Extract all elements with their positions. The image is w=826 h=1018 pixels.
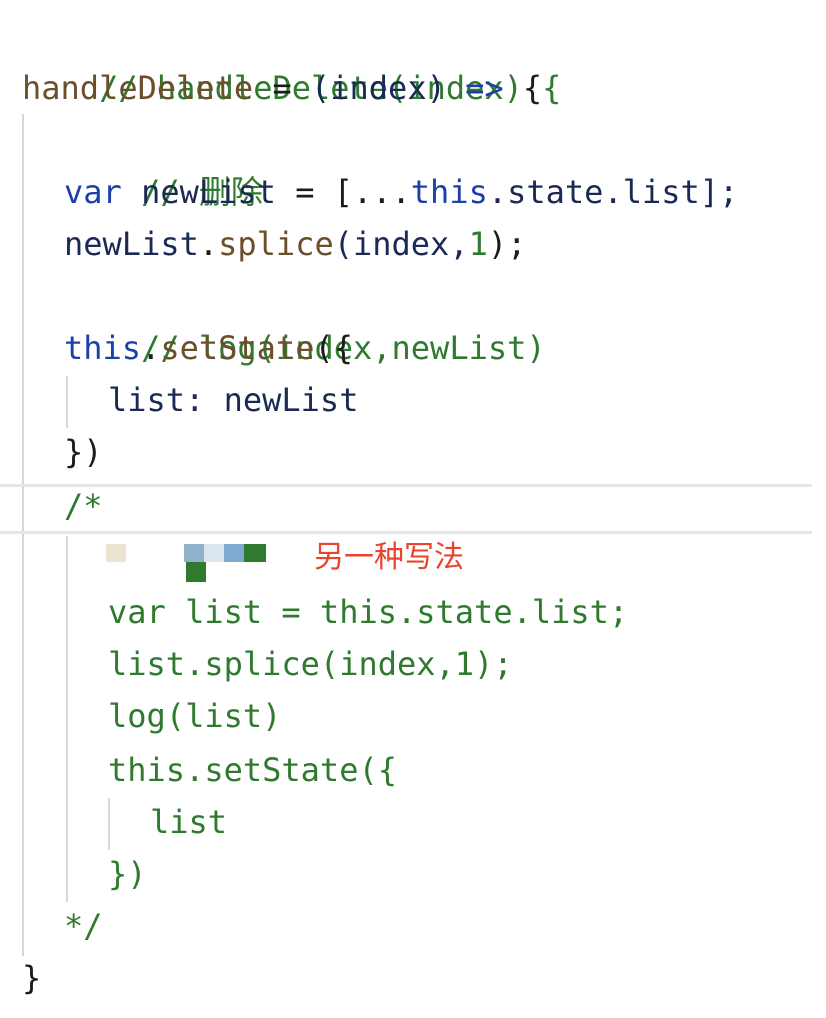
code-line-14: log(list) <box>108 697 282 735</box>
method-name: splice <box>218 225 334 263</box>
number: 1 <box>468 225 488 263</box>
code-line-9: }) <box>64 433 103 471</box>
mosaic-block <box>244 544 266 562</box>
current-line-border-top <box>0 484 812 487</box>
mosaic-block <box>204 544 224 562</box>
arrow-operator: => <box>445 69 523 107</box>
code-line-6: // log(index,newList) <box>64 270 546 367</box>
code-line-19: } <box>22 959 42 997</box>
code-line-1: // handleDelete(index) { <box>22 10 561 107</box>
this-keyword: this <box>64 329 142 367</box>
code-line-3: // 删除 <box>64 114 263 211</box>
member-access: .state.list]; <box>487 173 739 211</box>
code-line-2: handleDelete = (index) => { <box>22 62 542 114</box>
indent-guide-comment-block <box>66 536 68 902</box>
method-name: setState <box>160 329 315 367</box>
code-line-16: list <box>150 803 228 841</box>
operator: = <box>275 173 334 211</box>
code-line-4: var newList = [...this.state.list]; <box>64 166 738 218</box>
mosaic-block <box>106 544 126 562</box>
mosaic-block <box>224 544 244 562</box>
indent-guide-inner-setstate <box>108 798 110 850</box>
code-line-13: list.splice(index,1); <box>108 645 513 683</box>
indent-guide-outer <box>22 114 24 956</box>
code-line-5: newList.splice(index,1); <box>64 218 526 270</box>
identifier: newList <box>64 225 199 263</box>
annotation-note: 另一种写法 <box>314 540 464 575</box>
mosaic-block <box>186 562 206 582</box>
close: ); <box>487 225 527 263</box>
code-editor: // handleDelete(index) { handleDelete = … <box>0 0 826 1018</box>
keyword: var <box>64 173 122 211</box>
pixelated-redaction <box>84 530 304 586</box>
spread: [... <box>333 173 411 211</box>
open: ({ <box>314 329 353 367</box>
code-line-12: var list = this.state.list; <box>108 593 629 631</box>
operator: = <box>253 69 311 107</box>
code-line-8: list: newList <box>108 381 359 419</box>
code-line-18: */ <box>64 907 103 945</box>
args: (index, <box>333 225 469 263</box>
code-line-17: }) <box>108 855 147 893</box>
brace: { <box>522 69 543 107</box>
function-name: handleDelete <box>22 69 254 107</box>
code-line-15: this.setState({ <box>108 751 397 789</box>
params: (index) <box>310 69 446 107</box>
mosaic-block <box>184 544 204 562</box>
dot: . <box>198 225 219 263</box>
code-line-10: /* <box>64 487 103 525</box>
code-line-7: this.setState({ <box>64 322 353 374</box>
this-keyword: this <box>410 173 488 211</box>
identifier: newList <box>141 173 276 211</box>
dot: . <box>141 329 161 367</box>
